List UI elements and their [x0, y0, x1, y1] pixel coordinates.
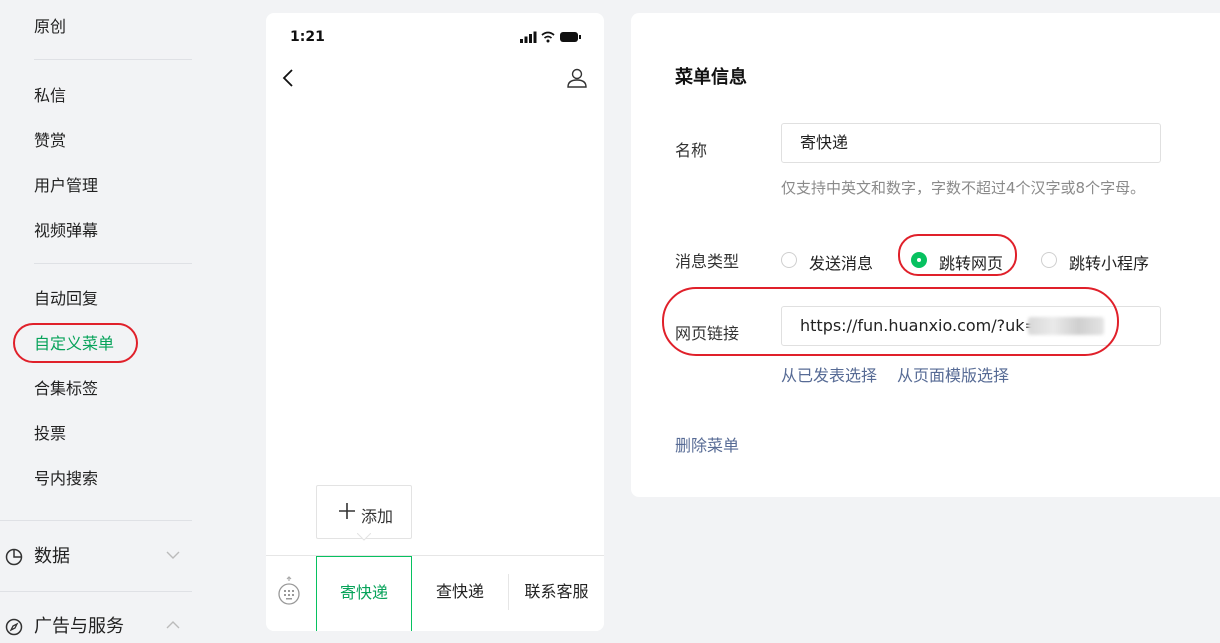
sidebar-divider — [0, 591, 192, 592]
status-bar-icons — [520, 31, 581, 43]
delete-menu-link[interactable]: 删除菜单 — [675, 432, 739, 456]
add-submenu-label: 添加 — [361, 507, 394, 526]
sidebar-group-data[interactable]: 数据 — [0, 544, 190, 570]
chevron-up-icon — [166, 621, 180, 629]
plus-icon — [339, 503, 355, 519]
pie-chart-icon — [5, 548, 23, 566]
select-from-published-link[interactable]: 从已发表选择 — [781, 362, 877, 386]
sidebar-item-rewards[interactable]: 赞赏 — [34, 131, 66, 151]
annotation-circle-webpage-link — [662, 287, 1119, 356]
sidebar-item-auto-reply[interactable]: 自动回复 — [34, 289, 98, 309]
sidebar-item-in-account-search[interactable]: 号内搜索 — [34, 469, 98, 489]
keyboard-toggle-icon[interactable] — [276, 576, 302, 608]
panel-title: 菜单信息 — [675, 67, 747, 88]
sidebar-item-messages[interactable]: 私信 — [34, 86, 66, 106]
sidebar-divider — [34, 263, 192, 264]
sidebar-item-user-management[interactable]: 用户管理 — [34, 176, 98, 196]
menu-item-track-express[interactable]: 查快递 — [412, 556, 508, 631]
radio-label: 发送消息 — [809, 254, 874, 273]
message-type-label: 消息类型 — [675, 252, 740, 271]
menu-item-send-express[interactable]: 寄快递 — [316, 556, 412, 631]
add-submenu-button[interactable]: 添加 — [316, 485, 412, 539]
menu-item-contact-service[interactable]: 联系客服 — [509, 556, 604, 631]
sidebar-item-original[interactable]: 原创 — [34, 17, 66, 37]
radio-label: 跳转小程序 — [1069, 254, 1150, 273]
compass-icon — [5, 618, 23, 636]
back-arrow-icon[interactable] — [280, 67, 296, 89]
sidebar-group-label: 数据 — [34, 546, 70, 567]
menu-bar: 寄快递 查快递 联系客服 — [266, 555, 604, 631]
sidebar-item-video-danmaku[interactable]: 视频弹幕 — [34, 221, 98, 241]
sidebar-item-collection-tags[interactable]: 合集标签 — [34, 379, 98, 399]
sidebar-group-ads-services[interactable]: 广告与服务 — [0, 614, 190, 640]
sidebar-group-label: 广告与服务 — [34, 616, 124, 637]
select-from-template-link[interactable]: 从页面模版选择 — [897, 362, 1009, 386]
radio-circle — [1041, 252, 1057, 268]
sidebar-item-vote[interactable]: 投票 — [34, 424, 66, 444]
sidebar-divider — [34, 59, 192, 60]
radio-circle — [781, 252, 797, 268]
sidebar-divider — [0, 520, 192, 521]
annotation-circle-custom-menu — [13, 323, 138, 363]
name-hint: 仅支持中英文和数字，字数不超过4个汉字或8个字母。 — [781, 179, 1146, 197]
phone-preview: 1:21 添加 寄快递 查快递 联系客服 — [266, 13, 604, 631]
user-profile-icon[interactable] — [566, 67, 588, 89]
annotation-circle-webpage-option — [898, 234, 1017, 276]
name-input[interactable]: 寄快递 — [781, 123, 1161, 163]
chevron-down-icon — [166, 551, 180, 559]
popover-arrow — [357, 533, 371, 541]
status-time: 1:21 — [290, 29, 325, 45]
name-label: 名称 — [675, 141, 708, 160]
